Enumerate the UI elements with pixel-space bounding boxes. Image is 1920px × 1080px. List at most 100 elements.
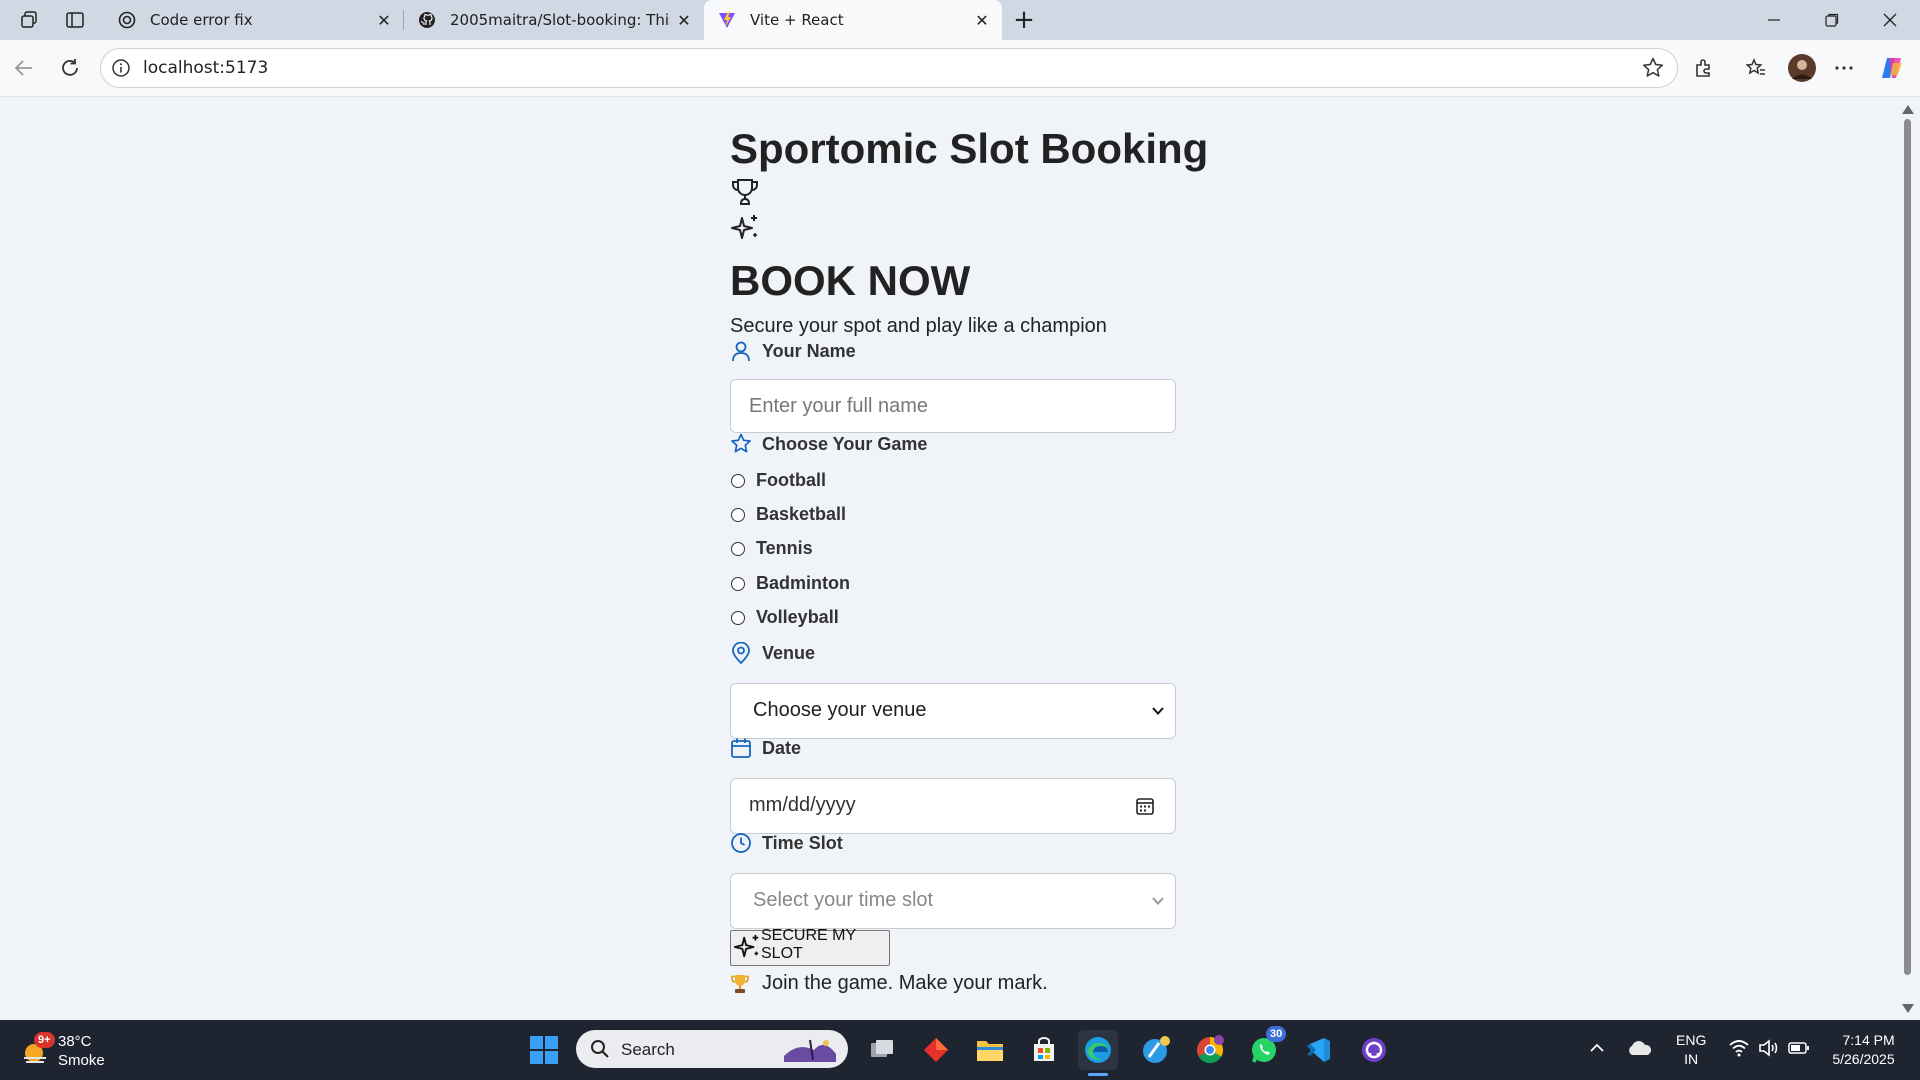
radio-button[interactable] — [731, 473, 745, 488]
vite-icon — [718, 11, 736, 29]
active-app-indicator — [1088, 1073, 1108, 1076]
secure-slot-button[interactable]: SECURE MY SLOT — [730, 927, 890, 966]
battery-icon[interactable] — [1788, 1041, 1810, 1059]
favorites-icon[interactable] — [1742, 54, 1770, 82]
game-option-label: Tennis — [756, 538, 813, 558]
search-icon — [590, 1039, 610, 1063]
name-input[interactable]: Enter your full name — [730, 379, 1176, 433]
radio-button[interactable] — [731, 610, 745, 625]
tab-vite-react[interactable]: Vite + React ✕ — [704, 0, 1002, 40]
sparkles-icon — [733, 933, 761, 961]
openai-icon — [118, 11, 136, 29]
footer-text: Join the game. Make your mark. — [762, 972, 1048, 994]
tab-title: 2005maitra/Slot-booking: This is a — [450, 11, 670, 29]
page-scrollbar[interactable] — [1898, 97, 1916, 1017]
time-slot-select[interactable]: Select your time slot — [730, 873, 1176, 929]
time-slot-placeholder: Select your time slot — [753, 889, 934, 911]
vscode-icon[interactable] — [1298, 1030, 1338, 1070]
game-label-text: Choose Your Game — [762, 433, 928, 454]
time-label: Time Slot — [730, 832, 843, 854]
favorite-star-icon[interactable] — [1641, 56, 1665, 80]
game-option-tennis[interactable]: Tennis — [730, 538, 813, 559]
radio-button[interactable] — [731, 576, 745, 591]
book-now-heading: BOOK NOW — [730, 257, 971, 304]
scroll-up-icon[interactable] — [1902, 105, 1914, 114]
time-label-text: Time Slot — [762, 832, 843, 853]
close-window-button[interactable] — [1862, 0, 1918, 40]
tab-github[interactable]: 2005maitra/Slot-booking: This is a ✕ — [404, 0, 704, 40]
game-option-volleyball[interactable]: Volleyball — [730, 607, 839, 628]
clock-icon — [730, 832, 752, 854]
venue-selected-value: Choose your venue — [753, 699, 927, 721]
date-input[interactable]: mm/dd/yyyy — [730, 778, 1176, 834]
venue-select[interactable]: Choose your venue — [730, 683, 1176, 739]
secure-slot-button-label: SECURE MY SLOT — [761, 927, 856, 962]
app-red-diamond-icon[interactable] — [916, 1030, 956, 1070]
volume-icon[interactable] — [1758, 1038, 1780, 1062]
date-label: Date — [730, 737, 801, 759]
workspaces-icon[interactable] — [16, 8, 44, 32]
tab-strip: Code error fix ✕ 2005maitra/Slot-booking… — [0, 0, 1920, 40]
github-desktop-icon[interactable] — [1354, 1030, 1394, 1070]
game-option-label: Volleyball — [756, 607, 839, 627]
chevron-up-icon[interactable] — [1588, 1039, 1610, 1061]
tab-code-error-fix[interactable]: Code error fix ✕ — [104, 0, 404, 40]
game-option-label: Football — [756, 470, 826, 490]
scrollbar-thumb[interactable] — [1904, 119, 1911, 975]
chrome-icon[interactable] — [1190, 1030, 1230, 1070]
trophy-emoji-icon — [730, 973, 750, 995]
extensions-icon[interactable] — [1690, 54, 1718, 82]
chevron-down-icon — [1151, 703, 1165, 717]
address-bar[interactable]: localhost:5173 — [100, 48, 1678, 88]
game-option-badminton[interactable]: Badminton — [730, 573, 850, 594]
task-view-icon[interactable] — [862, 1030, 902, 1070]
radio-button[interactable] — [731, 507, 745, 522]
venue-label-text: Venue — [762, 642, 816, 663]
scroll-down-icon[interactable] — [1902, 1004, 1914, 1013]
copilot-icon[interactable] — [1878, 54, 1906, 82]
close-tab-icon[interactable]: ✕ — [374, 10, 394, 30]
user-icon — [730, 340, 752, 362]
back-icon[interactable] — [10, 54, 38, 82]
microsoft-store-icon[interactable] — [1024, 1030, 1064, 1070]
profile-avatar[interactable] — [1786, 52, 1818, 84]
wifi-icon[interactable] — [1728, 1038, 1750, 1062]
edge-browser-icon[interactable] — [1078, 1030, 1118, 1076]
site-info-icon[interactable] — [111, 58, 131, 78]
date-label-text: Date — [762, 737, 802, 758]
calendar-icon — [730, 737, 752, 759]
subtitle: Secure your spot and play like a champio… — [730, 315, 1107, 337]
search-highlight-icon — [780, 1034, 840, 1068]
close-tab-icon[interactable]: ✕ — [972, 10, 992, 30]
venue-label: Venue — [730, 641, 816, 665]
app-blue-icon[interactable] — [1136, 1030, 1176, 1070]
star-icon — [730, 433, 752, 455]
minimize-button[interactable] — [1746, 0, 1802, 40]
file-explorer-icon[interactable] — [970, 1030, 1010, 1070]
weather-sun-icon: 9+ — [20, 1032, 55, 1066]
radio-button[interactable] — [731, 541, 745, 556]
clock-widget[interactable]: 7:14 PM 5/26/2025 — [1832, 1031, 1894, 1069]
weather-temp: 38°C — [58, 1033, 92, 1050]
page-title: Sportomic Slot Booking — [730, 125, 1209, 172]
tab-title: Code error fix — [150, 11, 253, 29]
game-option-basketball[interactable]: Basketball — [730, 504, 846, 525]
game-option-label: Basketball — [756, 504, 847, 524]
windows-start-icon[interactable] — [524, 1030, 564, 1070]
vertical-tabs-icon[interactable] — [61, 8, 89, 32]
more-menu-icon[interactable] — [1830, 54, 1858, 82]
onedrive-cloud-icon[interactable] — [1626, 1039, 1652, 1061]
new-tab-button[interactable]: + — [1010, 5, 1038, 35]
taskbar-search[interactable]: Search — [576, 1030, 848, 1068]
weather-widget[interactable]: 9+ 38°C Smoke — [20, 1032, 105, 1070]
game-option-football[interactable]: Football — [730, 470, 826, 491]
restore-button[interactable] — [1804, 0, 1860, 40]
language-top: ENG — [1676, 1032, 1707, 1048]
calendar-picker-icon[interactable] — [1135, 796, 1155, 816]
close-tab-icon[interactable]: ✕ — [674, 10, 694, 30]
refresh-icon[interactable] — [56, 54, 84, 82]
whatsapp-icon[interactable]: 30 — [1244, 1026, 1287, 1070]
weather-badge: 9+ — [34, 1032, 55, 1048]
chevron-down-icon — [1151, 893, 1165, 907]
language-indicator[interactable]: ENG IN — [1676, 1031, 1706, 1069]
